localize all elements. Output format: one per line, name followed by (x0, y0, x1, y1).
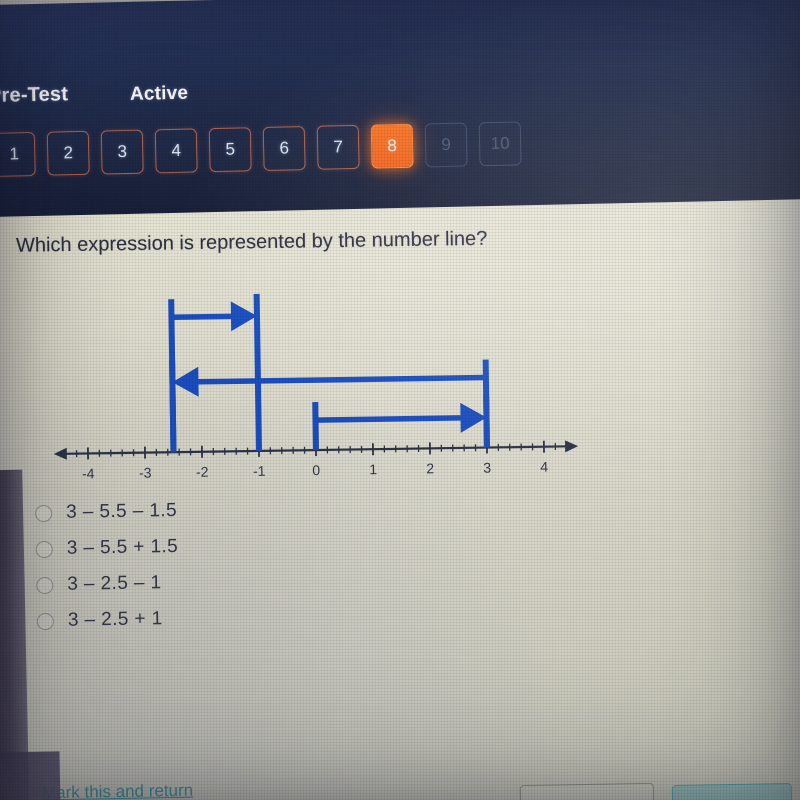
jump-start-marker (312, 402, 319, 451)
question-button-8[interactable]: 8 (370, 123, 414, 169)
jump-shaft (315, 415, 461, 423)
axis-tick-label: -3 (139, 465, 152, 481)
axis-tick-label: -1 (253, 463, 266, 479)
axis-tick-label: 1 (369, 461, 377, 477)
question-button-5[interactable]: 5 (208, 127, 252, 173)
question-button-4[interactable]: 4 (154, 128, 198, 174)
question-button-label: 4 (171, 140, 182, 160)
question-button-label: 10 (490, 133, 510, 154)
axis-tick-label: -4 (82, 465, 95, 481)
radio-button-a[interactable] (35, 504, 53, 522)
question-button-label: 9 (441, 134, 452, 155)
axis-tick-label: 3 (483, 459, 491, 475)
jump-arrowhead-right-icon (460, 402, 487, 433)
jump-arrowhead-right-icon (230, 301, 257, 332)
question-button-7[interactable]: 7 (316, 124, 360, 170)
axis-tick-label: 4 (540, 459, 548, 475)
jump-end-marker (169, 360, 177, 453)
number-line-jump-2 (169, 359, 490, 453)
question-button-3[interactable]: 3 (100, 129, 144, 175)
next-button[interactable] (671, 782, 793, 800)
screenshot-photo-of-screen: Pre-Test Active 1 2 3 4 5 6 7 8 9 10 Which expres… (0, 0, 800, 800)
jump-end-marker (253, 293, 262, 451)
test-navigation-bar: Pre-Test Active 1 2 3 4 5 6 7 8 9 10 (0, 0, 800, 218)
answer-option-label: 3 – 5.5 – 1.5 (66, 499, 178, 523)
question-button-label: 1 (9, 144, 20, 164)
question-button-6[interactable]: 6 (262, 126, 306, 171)
radio-button-d[interactable] (36, 612, 55, 630)
answer-option-label: 3 – 2.5 + 1 (67, 608, 163, 631)
screen-bezel-corner (0, 751, 61, 800)
jump-shaft (171, 313, 232, 320)
mark-this-and-return-link[interactable]: Mark this and return (42, 781, 194, 800)
number-line-jump-1 (312, 395, 490, 451)
breadcrumb-pretest[interactable]: Pre-Test (0, 83, 68, 108)
axis-tick-label: 2 (426, 460, 434, 476)
question-button-label: 3 (117, 141, 128, 162)
axis-arrow-right-icon (565, 440, 579, 453)
jump-arrowhead-left-icon (172, 366, 199, 397)
question-number-list: 1 2 3 4 5 6 7 8 9 10 (0, 121, 522, 177)
axis-tick-label: 0 (312, 462, 320, 478)
number-line-jump-3 (168, 293, 262, 453)
answer-option-label: 3 – 2.5 – 1 (67, 572, 162, 595)
answer-option-d[interactable]: 3 – 2.5 + 1 (31, 597, 452, 640)
radio-button-c[interactable] (36, 576, 54, 594)
axis-arrow-left-icon (53, 447, 67, 460)
question-button-label: 5 (225, 139, 236, 159)
question-button-label: 8 (387, 136, 398, 156)
number-line-figure: -4 -3 -2 -1 0 1 2 3 4 (0, 275, 642, 494)
save-and-exit-button[interactable] (519, 782, 655, 800)
question-button-1[interactable]: 1 (0, 131, 36, 177)
question-button-9: 9 (424, 122, 468, 168)
question-button-label: 7 (333, 137, 344, 157)
answer-options-group: 3 – 5.5 – 1.5 3 – 5.5 + 1.5 3 – 2.5 – 1 3 –… (29, 489, 451, 640)
question-button-label: 2 (63, 143, 74, 163)
radio-button-b[interactable] (35, 540, 53, 558)
axis-tick-label: -2 (196, 464, 209, 480)
question-button-2[interactable]: 2 (46, 130, 90, 176)
question-button-label: 6 (279, 138, 290, 158)
jump-end-marker (483, 395, 490, 448)
status-active-label: Active (129, 82, 189, 105)
jump-shaft (198, 374, 486, 385)
number-line-svg: -4 -3 -2 -1 0 1 2 3 4 (53, 293, 579, 482)
question-button-10: 10 (478, 121, 522, 167)
answer-option-label: 3 – 5.5 + 1.5 (66, 535, 179, 559)
